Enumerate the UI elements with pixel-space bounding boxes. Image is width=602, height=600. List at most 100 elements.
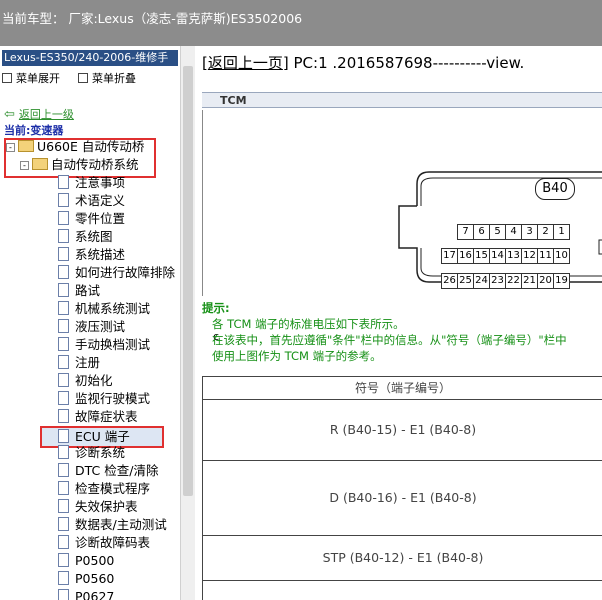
tree-child[interactable]: - 自动传动桥系统 — [20, 156, 139, 174]
table-header: 符号（端子编号） — [203, 377, 602, 400]
document-icon — [58, 499, 69, 513]
table-row: D (B40-16) - E1 (B40-8) — [203, 461, 602, 536]
tree-item-label: 故障症状表 — [75, 409, 138, 424]
menu-expand-button[interactable]: 菜单展开 — [2, 70, 60, 86]
menu-expand-label: 菜单展开 — [16, 72, 60, 85]
tree-item-label: 诊断系统 — [75, 445, 126, 460]
tree-item-label: 机械系统测试 — [75, 301, 151, 316]
tips-title: 提示: — [202, 301, 230, 315]
tree-item[interactable]: 系统图 — [58, 228, 113, 246]
tree-item[interactable]: P0500 — [58, 552, 114, 570]
content-nav: [返回上一页] PC:1 .2016587698----------view. — [202, 54, 525, 72]
tree-item[interactable]: 注意事项 — [58, 174, 125, 192]
connector-pin: 10 — [553, 248, 570, 264]
connector-pin: 12 — [521, 248, 538, 264]
tree-item[interactable]: 故障症状表 — [58, 408, 138, 426]
connector-pin: 19 — [553, 273, 570, 289]
connector-pin: 23 — [489, 273, 506, 289]
tips-line: 各 TCM 端子的标准电压如下表所示。 — [212, 317, 405, 331]
current-location: 当前:变速器 — [4, 124, 64, 137]
sidebar: Lexus-ES350/240-2006-维修手 菜单展开 菜单折叠 ⇦ 返回上一… — [0, 46, 180, 600]
tree-item[interactable]: 监视行驶模式 — [58, 390, 150, 408]
tree-item-label: P0500 — [75, 553, 115, 568]
connector-pin: 7 — [457, 224, 474, 240]
tree-item[interactable]: 诊断系统 — [58, 444, 125, 462]
document-icon — [58, 265, 69, 279]
tree-item-label: 手动换档测试 — [75, 337, 151, 352]
document-icon — [58, 517, 69, 531]
terminal-table: 符号（端子编号） R (B40-15) - E1 (B40-8) D (B40-… — [202, 376, 602, 600]
tree-item[interactable]: 失效保护表 — [58, 498, 138, 516]
back-arrow-icon: ⇦ — [4, 107, 15, 122]
tree-item[interactable]: 检查模式程序 — [58, 480, 150, 498]
tree-item[interactable]: 液压测试 — [58, 318, 125, 336]
tips-line: 使用上图作为 TCM 端子的参考。 — [212, 349, 382, 363]
tree-item-label: 检查模式程序 — [75, 481, 151, 496]
tree-item[interactable]: 手动换档测试 — [58, 336, 150, 354]
tree-item[interactable]: P0627 — [58, 588, 114, 600]
tree-item-label: 系统图 — [75, 229, 113, 244]
tips-line: 在该表中，首先应遵循"条件"栏中的信息。从"符号（端子编号）"栏中 — [212, 333, 567, 347]
scrollbar-thumb[interactable] — [183, 66, 193, 496]
connector-pin: 25 — [457, 273, 474, 289]
tree-item[interactable]: 路试 — [58, 282, 100, 300]
connector-pin: 13 — [505, 248, 522, 264]
tree-item[interactable]: P0560 — [58, 570, 114, 588]
sidebar-scrollbar[interactable] — [180, 46, 195, 600]
document-icon — [58, 283, 69, 297]
tree-item-label: 初始化 — [75, 373, 113, 388]
document-icon — [58, 553, 69, 567]
document-icon — [58, 409, 69, 423]
connector-pin: 3 — [521, 224, 538, 240]
document-icon — [58, 373, 69, 387]
section-header: TCM — [202, 92, 602, 108]
menu-collapse-button[interactable]: 菜单折叠 — [78, 70, 136, 86]
menu-collapse-label: 菜单折叠 — [92, 72, 136, 85]
folder-icon — [18, 140, 34, 152]
tips-block: 提示: 各 TCM 端子的标准电压如下表所示。 在该表中，首先应遵循"条件"栏中… — [202, 300, 567, 364]
collapse-toggle-icon[interactable]: - — [20, 161, 29, 170]
tree-item[interactable]: 机械系统测试 — [58, 300, 150, 318]
tree-item-label: 如何进行故障排除 — [75, 265, 176, 280]
connector-pin: 17 — [441, 248, 458, 264]
tree-item[interactable]: 术语定义 — [58, 192, 125, 210]
content-pane: [返回上一页] PC:1 .2016587698----------view. … — [196, 46, 602, 600]
tree-root[interactable]: - U660E 自动传动桥 — [6, 138, 144, 156]
connector-outline — [398, 171, 602, 283]
tree-item[interactable]: 零件位置 — [58, 210, 125, 228]
tree-child-label: 自动传动桥系统 — [51, 157, 139, 172]
document-icon — [58, 229, 69, 243]
document-icon — [58, 301, 69, 315]
table-row: STP (B40-12) - E1 (B40-8) — [203, 536, 602, 581]
tree-item-label: 术语定义 — [75, 193, 126, 208]
tree-item[interactable]: 初始化 — [58, 372, 113, 390]
connector-pin: 4 — [505, 224, 522, 240]
tree-item-label: DTC 检查/清除 — [75, 463, 159, 478]
tree-root-label: U660E 自动传动桥 — [37, 139, 145, 154]
tree-item[interactable]: 数据表/主动测试 — [58, 516, 167, 534]
document-icon — [58, 355, 69, 369]
back-page-link[interactable]: 返回上一页 — [208, 54, 283, 72]
connector-pin: 1 — [553, 224, 570, 240]
tree-item-label: 液压测试 — [75, 319, 126, 334]
tree-item[interactable]: DTC 检查/清除 — [58, 462, 158, 480]
tree-item[interactable]: 诊断故障码表 — [58, 534, 150, 552]
document-icon — [58, 193, 69, 207]
table-row: R (B40-15) - E1 (B40-8) — [203, 400, 602, 461]
back-link[interactable]: ⇦ 返回上一级 — [4, 106, 74, 122]
document-icon — [58, 481, 69, 495]
document-icon — [58, 391, 69, 405]
tree-item[interactable]: 系统描述 — [58, 246, 125, 264]
collapse-toggle-icon[interactable]: - — [6, 143, 15, 152]
tree-item-label: 路试 — [75, 283, 101, 298]
tree-item-label: 监视行驶模式 — [75, 391, 151, 406]
title-bar: 当前车型： 厂家:Lexus（凌志-雷克萨斯)ES3502006 — [0, 0, 602, 46]
tree-item[interactable]: 注册 — [58, 354, 100, 372]
document-icon — [58, 247, 69, 261]
sidebar-header: Lexus-ES350/240-2006-维修手 — [2, 50, 178, 66]
connector-pin: 22 — [505, 273, 522, 289]
tree-item-label: P0560 — [75, 571, 115, 586]
document-icon — [58, 445, 69, 459]
tree-item[interactable]: 如何进行故障排除 — [58, 264, 175, 282]
folder-icon — [32, 158, 48, 170]
